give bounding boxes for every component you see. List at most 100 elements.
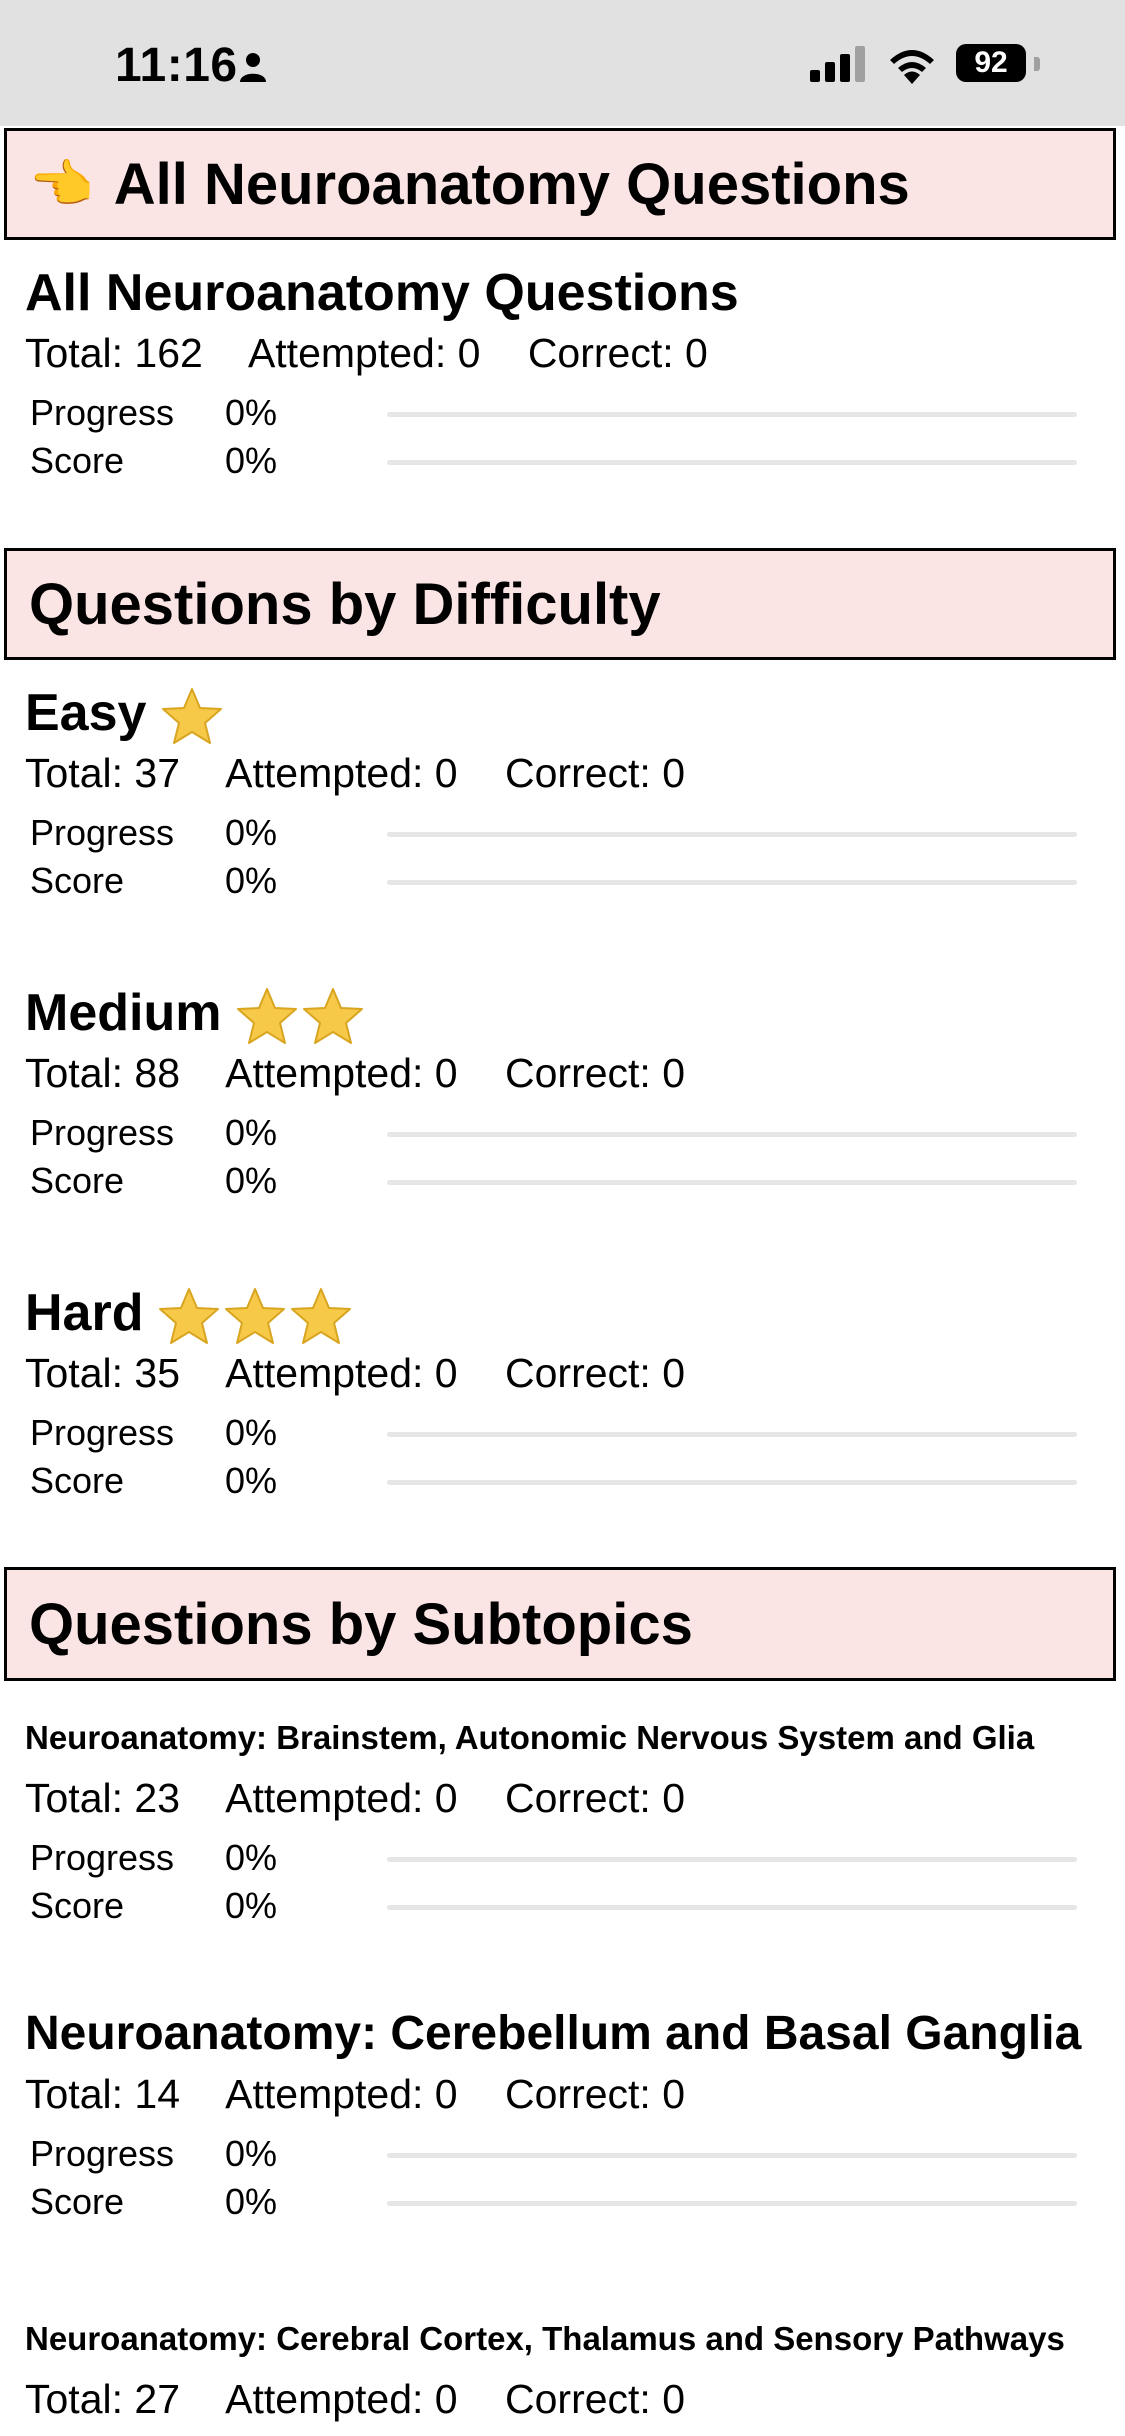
attempted-count: Attempted: 0 bbox=[225, 1350, 458, 1396]
progress-bar bbox=[387, 832, 1077, 837]
correct-count: Correct: 0 bbox=[505, 1350, 686, 1396]
difficulty-label: Easy bbox=[25, 684, 147, 742]
score-row: Score 0% bbox=[25, 1881, 1115, 1929]
difficulty-label: Medium bbox=[25, 984, 222, 1042]
star-icon bbox=[225, 1288, 286, 1345]
subtopic-title: Neuroanatomy: Cerebral Cortex, Thalamus … bbox=[25, 2320, 1065, 2357]
star-icon bbox=[237, 988, 298, 1045]
cellular-signal-icon bbox=[810, 46, 865, 82]
total-count: Total: 88 bbox=[25, 1050, 180, 1096]
score-value: 0% bbox=[225, 1460, 278, 1501]
battery-cap bbox=[1034, 57, 1040, 71]
progress-label: Progress bbox=[30, 2133, 175, 2174]
subtopic-card[interactable]: Neuroanatomy: Brainstem, Autonomic Nervo… bbox=[25, 1717, 1115, 1929]
battery-level: 92 bbox=[956, 44, 1026, 82]
overview-stats: Total: 162 Attempted: 0 Correct: 0 bbox=[25, 328, 1115, 378]
score-row: Score 0% bbox=[25, 2177, 1115, 2225]
correct-count: Correct: 0 bbox=[505, 750, 686, 796]
subtopic-stats: Total: 23 Attempted: 0 Correct: 0 bbox=[25, 1773, 1115, 1823]
total-count: Total: 37 bbox=[25, 750, 180, 796]
section-header-all-label: All Neuroanatomy Questions bbox=[113, 151, 910, 217]
score-bar bbox=[387, 1905, 1077, 1910]
difficulty-title: Medium bbox=[25, 982, 1115, 1046]
star-icon bbox=[159, 1288, 220, 1345]
person-icon bbox=[240, 53, 266, 82]
progress-label: Progress bbox=[30, 1112, 175, 1153]
total-count: Total: 27 bbox=[25, 2376, 180, 2422]
difficulty-card-medium[interactable]: Medium Total: 88 Attempted: 0 Correct: 0… bbox=[25, 982, 1115, 1204]
score-bar bbox=[387, 1180, 1077, 1185]
score-bar bbox=[387, 2201, 1077, 2206]
score-row: Score 0% bbox=[25, 856, 1115, 904]
progress-row: Progress 0% bbox=[25, 1833, 1115, 1881]
progress-value: 0% bbox=[225, 812, 278, 853]
progress-bar bbox=[387, 412, 1077, 417]
score-value: 0% bbox=[225, 440, 278, 481]
score-label: Score bbox=[30, 2181, 125, 2222]
total-count: Total: 14 bbox=[25, 2071, 180, 2117]
score-label: Score bbox=[30, 1460, 125, 1501]
star-rating bbox=[160, 686, 226, 746]
score-bar bbox=[387, 1480, 1077, 1485]
progress-row: Progress 0% bbox=[25, 1108, 1115, 1156]
difficulty-title: Hard bbox=[25, 1282, 1115, 1346]
overview-title: All Neuroanatomy Questions bbox=[25, 264, 739, 322]
score-label: Score bbox=[30, 440, 125, 481]
score-bar bbox=[387, 880, 1077, 885]
correct-count: Correct: 0 bbox=[505, 1775, 686, 1821]
subtopic-stats: Total: 27 Attempted: 0 Correct: 0 bbox=[25, 2374, 1115, 2424]
subtopic-stats: Total: 14 Attempted: 0 Correct: 0 bbox=[25, 2069, 1115, 2119]
difficulty-card-hard[interactable]: Hard Total: 35 Attempted: 0 Correct: 0 P… bbox=[25, 1282, 1115, 1504]
attempted-count: Attempted: 0 bbox=[225, 2071, 458, 2117]
progress-label: Progress bbox=[30, 812, 175, 853]
progress-row: Progress 0% bbox=[25, 808, 1115, 856]
star-icon bbox=[291, 1288, 352, 1345]
attempted-count: Attempted: 0 bbox=[225, 2376, 458, 2422]
star-rating bbox=[235, 986, 367, 1046]
progress-value: 0% bbox=[225, 1112, 278, 1153]
star-rating bbox=[157, 1286, 355, 1346]
status-bar: 11:16 92 bbox=[0, 0, 1125, 126]
score-row: Score 0% bbox=[25, 1456, 1115, 1504]
subtopic-card[interactable]: Neuroanatomy: Cerebral Cortex, Thalamus … bbox=[25, 2318, 1115, 2424]
star-icon bbox=[303, 988, 364, 1045]
wifi-icon bbox=[890, 50, 934, 84]
score-value: 0% bbox=[225, 1160, 278, 1201]
progress-value: 0% bbox=[225, 392, 278, 433]
total-count: Total: 23 bbox=[25, 1775, 180, 1821]
progress-row: Progress 0% bbox=[25, 1408, 1115, 1456]
score-value: 0% bbox=[225, 1885, 278, 1926]
total-count: Total: 35 bbox=[25, 1350, 180, 1396]
attempted-count: Attempted: 0 bbox=[225, 750, 458, 796]
score-row: Score 0% bbox=[25, 1156, 1115, 1204]
difficulty-label: Hard bbox=[25, 1284, 144, 1342]
total-count: Total: 162 bbox=[25, 330, 203, 376]
progress-row: Progress 0% bbox=[25, 388, 1115, 436]
section-header-subtopics: Questions by Subtopics bbox=[4, 1567, 1116, 1681]
score-value: 0% bbox=[225, 2181, 278, 2222]
subtopic-title: Neuroanatomy: Cerebellum and Basal Gangl… bbox=[25, 2007, 1082, 2060]
overview-card[interactable]: All Neuroanatomy Questions Total: 162 At… bbox=[25, 262, 1115, 484]
score-label: Score bbox=[30, 860, 125, 901]
progress-bar bbox=[387, 1132, 1077, 1137]
status-time: 11:16 bbox=[115, 39, 238, 92]
progress-value: 0% bbox=[225, 1412, 278, 1453]
difficulty-card-easy[interactable]: Easy Total: 37 Attempted: 0 Correct: 0 P… bbox=[25, 682, 1115, 904]
score-value: 0% bbox=[225, 860, 278, 901]
difficulty-stats: Total: 88 Attempted: 0 Correct: 0 bbox=[25, 1048, 1115, 1098]
progress-bar bbox=[387, 1432, 1077, 1437]
section-header-difficulty-label: Questions by Difficulty bbox=[29, 571, 661, 637]
difficulty-title: Easy bbox=[25, 682, 1115, 746]
correct-count: Correct: 0 bbox=[505, 2071, 686, 2117]
subtopic-title: Neuroanatomy: Brainstem, Autonomic Nervo… bbox=[25, 1719, 1035, 1756]
attempted-count: Attempted: 0 bbox=[247, 330, 481, 376]
progress-bar bbox=[387, 1857, 1077, 1862]
progress-label: Progress bbox=[30, 1412, 175, 1453]
difficulty-stats: Total: 37 Attempted: 0 Correct: 0 bbox=[25, 748, 1115, 798]
star-icon bbox=[162, 688, 223, 745]
progress-value: 0% bbox=[225, 1837, 278, 1878]
attempted-count: Attempted: 0 bbox=[225, 1775, 458, 1821]
attempted-count: Attempted: 0 bbox=[225, 1050, 458, 1096]
progress-value: 0% bbox=[225, 2133, 278, 2174]
subtopic-card[interactable]: Neuroanatomy: Cerebellum and Basal Gangl… bbox=[25, 2003, 1115, 2225]
